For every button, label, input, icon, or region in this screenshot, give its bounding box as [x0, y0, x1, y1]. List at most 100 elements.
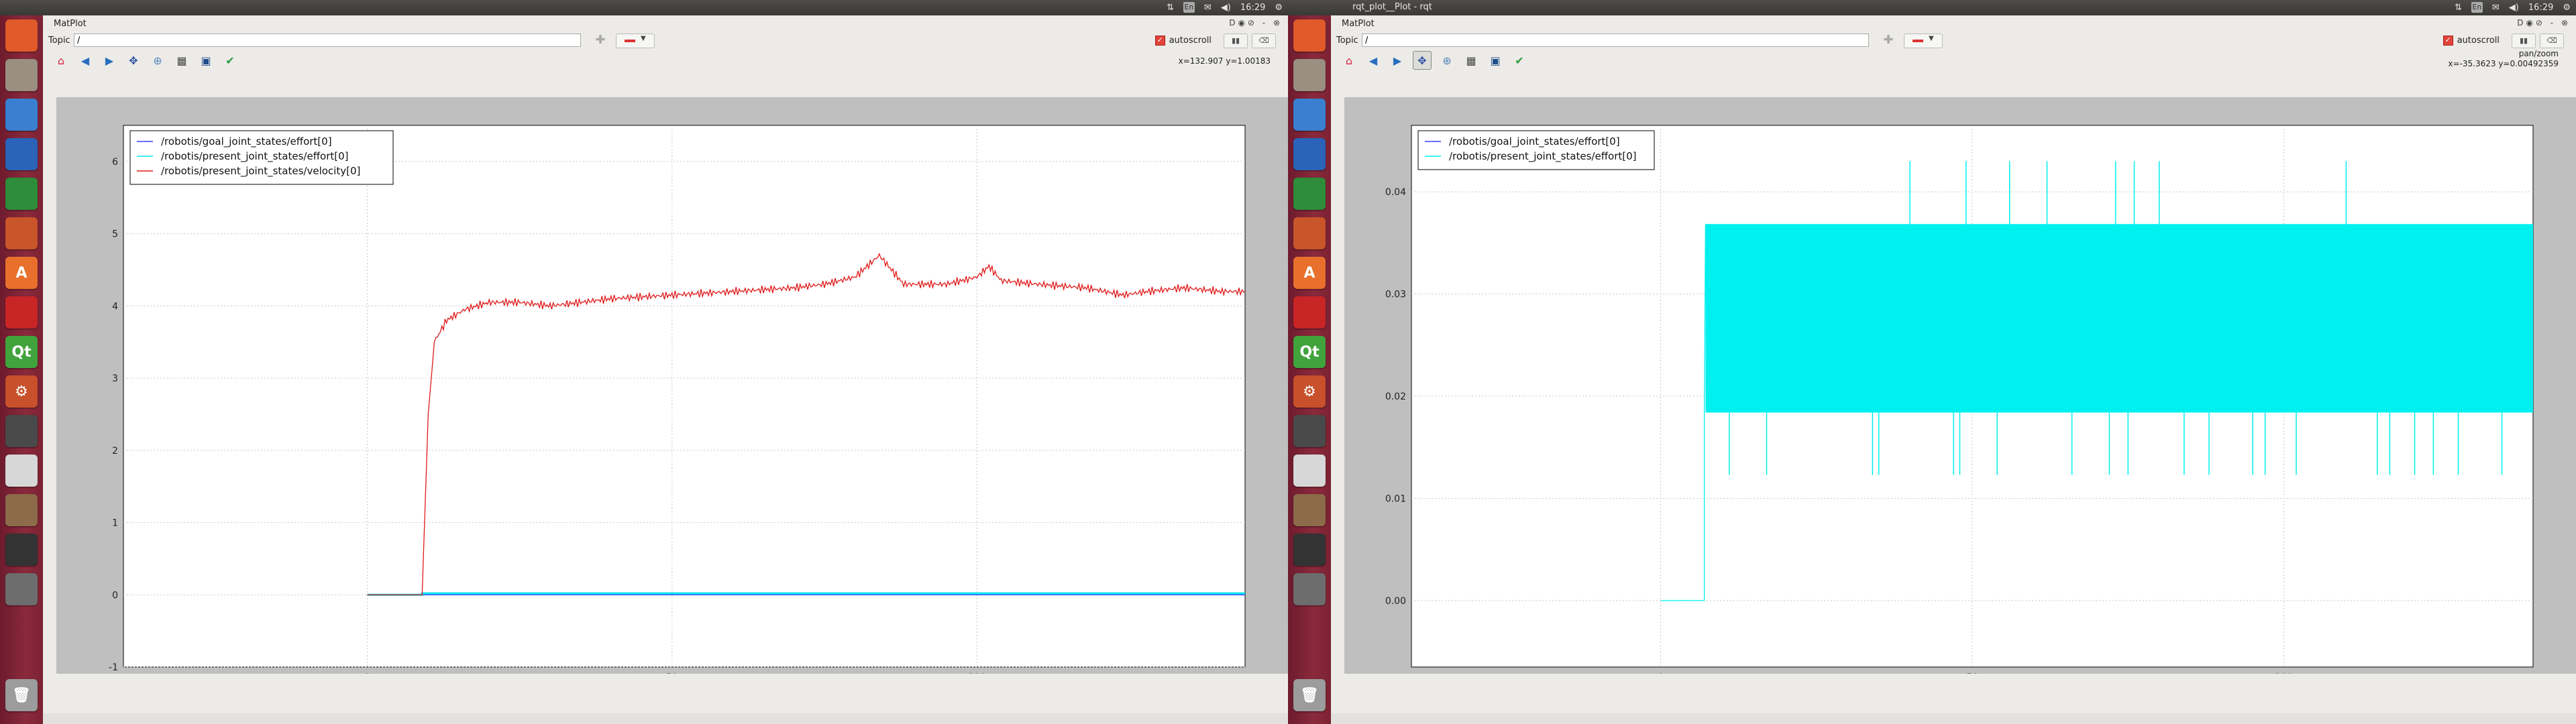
y-tick-label: 4 [112, 301, 118, 312]
launcher-calc-icon[interactable] [1293, 178, 1326, 210]
plot-canvas[interactable]: 0 50 100 -1 0 1 2 3 4 5 6/robotis/goal_joint_state… [56, 97, 1288, 674]
save-icon[interactable]: ▣ [1487, 52, 1504, 69]
checkbox-checked-icon[interactable]: ✓ [2443, 36, 2453, 46]
launcher-terminal-red-icon[interactable] [5, 296, 38, 328]
y-tick-label: 3 [112, 373, 118, 384]
bluetooth-icon[interactable]: ⇅ [1167, 3, 1174, 13]
launcher-gimp-icon[interactable] [1293, 494, 1326, 526]
launcher-terminal-red-icon[interactable] [1293, 296, 1326, 328]
x-tick-label: 0 [364, 672, 370, 674]
options-icon[interactable]: ✔ [1511, 52, 1528, 69]
launcher-software-center-icon[interactable]: A [5, 257, 38, 289]
keyboard-indicator[interactable]: En [2471, 2, 2483, 13]
pan-icon[interactable]: ✥ [125, 52, 142, 69]
launcher-qt-creator-icon[interactable]: Qt [5, 336, 38, 368]
launcher-qt-creator-icon[interactable]: Qt [1293, 336, 1326, 368]
clock[interactable]: 16:29 [1240, 3, 1265, 13]
gear-icon[interactable]: ⚙ [2563, 3, 2571, 13]
launcher-files-icon[interactable] [1293, 59, 1326, 91]
launcher-impress-icon[interactable] [5, 217, 38, 249]
autoscroll-toggle[interactable]: ✓ autoscroll [1155, 36, 1212, 46]
plugin-titlebar: MatPlot D◉⊘ - ⊗ [1331, 18, 2576, 30]
launcher-workspaces-icon[interactable] [5, 573, 38, 605]
mail-icon[interactable]: ✉ [2492, 3, 2500, 13]
launcher-chromium-icon[interactable] [5, 99, 38, 131]
mail-icon[interactable]: ✉ [1204, 3, 1212, 13]
launcher-gimp-icon[interactable] [5, 494, 38, 526]
y-tick-label: 2 [112, 446, 118, 457]
autoscroll-toggle[interactable]: ✓ autoscroll [2443, 36, 2500, 46]
subplots-icon[interactable]: ▦ [1462, 52, 1480, 69]
top-panel: ⇅ En ✉ ◀) 16:29 ⚙ [0, 0, 1288, 15]
remove-topic-button[interactable]: ▼ [1904, 34, 1943, 48]
volume-icon[interactable]: ◀) [1221, 3, 1231, 13]
x-tick-label: 100 [2275, 672, 2293, 674]
launcher-eye-icon[interactable] [5, 415, 38, 447]
topic-input[interactable] [1362, 34, 1869, 47]
legend-label: /robotis/present_joint_states/effort[0] [1449, 150, 1637, 163]
save-icon[interactable]: ▣ [197, 52, 215, 69]
home-icon[interactable]: ⌂ [52, 52, 70, 69]
launcher-dash-icon[interactable] [1293, 19, 1326, 52]
launcher-dash-icon[interactable] [5, 19, 38, 52]
volume-icon[interactable]: ◀) [2509, 3, 2519, 13]
system-tray: ⇅ En ✉ ◀) 16:29 ⚙ [1167, 2, 1283, 13]
legend-label: /robotis/goal_joint_states/effort[0] [1449, 135, 1620, 148]
launcher-workspaces-icon[interactable] [1293, 573, 1326, 605]
pause-button[interactable]: ▮▮ [2512, 34, 2536, 48]
zoom-icon[interactable]: ⊕ [1438, 52, 1456, 69]
screen-left: ⇅ En ✉ ◀) 16:29 ⚙ A Qt ⚙ 🗑 MatPlot D◉⊘ - ⊗ … [0, 0, 1288, 724]
launcher-editor-icon[interactable] [5, 455, 38, 487]
launcher-settings-icon[interactable]: ⚙ [1293, 375, 1326, 408]
add-topic-button[interactable]: ✚ [1882, 34, 1894, 47]
pause-button[interactable]: ▮▮ [1224, 34, 1248, 48]
clear-button[interactable]: ⌫ [2540, 34, 2564, 48]
keyboard-indicator[interactable]: En [1183, 2, 1195, 13]
plot-figure[interactable]: 0 50 100 -1 0 1 2 3 4 5 6/robotis/goal_joint_state… [56, 97, 1288, 674]
x-tick-label: 0 [1658, 672, 1664, 674]
y-tick-label: 0 [112, 590, 118, 601]
back-icon[interactable]: ◀ [76, 52, 94, 69]
launcher-calc-icon[interactable] [5, 178, 38, 210]
launcher-settings-icon[interactable]: ⚙ [5, 375, 38, 408]
launcher-system-monitor-icon[interactable] [5, 534, 38, 566]
launcher-chromium-icon[interactable] [1293, 99, 1326, 131]
remove-topic-button[interactable]: ▼ [616, 34, 655, 48]
pan-icon[interactable]: ✥ [1413, 51, 1432, 70]
back-icon[interactable]: ◀ [1364, 52, 1382, 69]
y-tick-label: 1 [112, 518, 118, 529]
plugin-window-controls[interactable]: D◉⊘ - ⊗ [1229, 18, 1283, 27]
forward-icon[interactable]: ▶ [101, 52, 118, 69]
zoom-icon[interactable]: ⊕ [149, 52, 166, 69]
launcher-writer-icon[interactable] [5, 138, 38, 170]
subplots-icon[interactable]: ▦ [173, 52, 191, 69]
home-icon[interactable]: ⌂ [1340, 52, 1358, 69]
launcher-system-monitor-icon[interactable] [1293, 534, 1326, 566]
cursor-coords: x=132.907 y=1.00183 [1178, 56, 1271, 66]
clock[interactable]: 16:29 [2528, 3, 2553, 13]
add-topic-button[interactable]: ✚ [594, 34, 606, 47]
plot-canvas[interactable]: 0 50 100 0.00 0.01 0.02 0.03 0.04/robotis/goal_… [1344, 97, 2576, 674]
screen-right: rqt_plot__Plot - rqt ⇅ En ✉ ◀) 16:29 ⚙ A… [1288, 0, 2576, 724]
bluetooth-icon[interactable]: ⇅ [2455, 3, 2462, 13]
options-icon[interactable]: ✔ [221, 52, 239, 69]
matplot-window: MatPlot D◉⊘ - ⊗ Topic ✚ ▼ ✓ autoscroll ▮… [1331, 15, 2576, 724]
launcher-writer-icon[interactable] [1293, 138, 1326, 170]
launcher-files-icon[interactable] [5, 59, 38, 91]
launcher-editor-icon[interactable] [1293, 455, 1326, 487]
launcher-eye-icon[interactable] [1293, 415, 1326, 447]
plot-figure[interactable]: 0 50 100 0.00 0.01 0.02 0.03 0.04/robotis/goal_… [1344, 97, 2576, 674]
cursor-coords: pan/zoom x=-35.3623 y=0.00492359 [2448, 49, 2559, 69]
clear-button[interactable]: ⌫ [1252, 34, 1276, 48]
launcher-impress-icon[interactable] [1293, 217, 1326, 249]
forward-icon[interactable]: ▶ [1389, 52, 1406, 69]
checkbox-checked-icon[interactable]: ✓ [1155, 36, 1165, 46]
plugin-window-controls[interactable]: D◉⊘ - ⊗ [2517, 18, 2571, 27]
trash-icon[interactable]: 🗑 [1293, 679, 1326, 711]
launcher-software-center-icon[interactable]: A [1293, 257, 1326, 289]
legend: /robotis/goal_joint_states/effort[0] /rob… [1417, 130, 1655, 170]
trash-icon[interactable]: 🗑 [5, 679, 38, 711]
topic-row: Topic ✚ ▼ ✓ autoscroll ▮▮ ⌫ [1334, 32, 2573, 50]
gear-icon[interactable]: ⚙ [1275, 3, 1283, 13]
topic-input[interactable] [74, 34, 581, 47]
